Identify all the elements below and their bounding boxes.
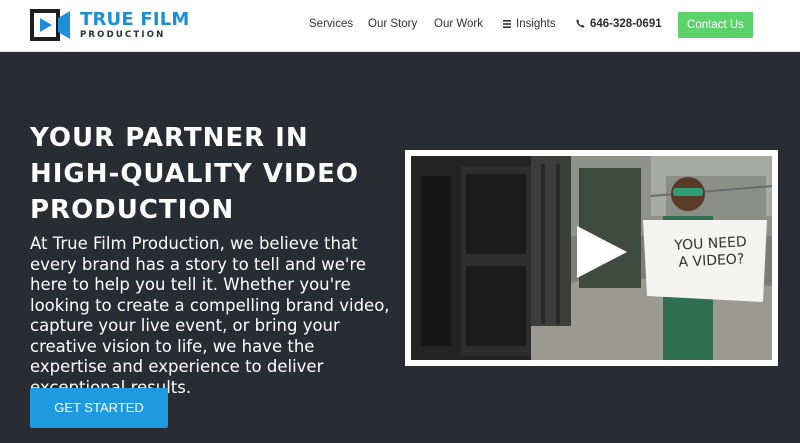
navbar: TRUE FILM PRODUCTION Services Our Story …: [0, 0, 800, 52]
hero-title: YOUR PARTNER IN HIGH-QUALITY VIDEO PRODU…: [30, 123, 359, 225]
video-sign-text: YOU NEED A VIDEO?: [658, 233, 764, 272]
logo[interactable]: TRUE FILM PRODUCTION: [30, 9, 190, 41]
get-started-button[interactable]: GET STARTED: [30, 388, 168, 428]
contact-us-button[interactable]: Contact Us: [678, 12, 753, 38]
brand-subtitle: PRODUCTION: [80, 29, 166, 40]
phone-icon: [576, 19, 585, 29]
list-icon: [503, 19, 511, 28]
nav-our-work[interactable]: Our Work: [434, 18, 483, 30]
nav-phone[interactable]: 646-328-0691: [576, 18, 662, 30]
nav-our-story[interactable]: Our Story: [368, 18, 417, 30]
film-logo-icon: [30, 9, 70, 41]
video-thumbnail[interactable]: YOU NEED A VIDEO?: [411, 156, 772, 360]
nav-services[interactable]: Services: [309, 18, 353, 30]
brand-title: TRUE FILM: [80, 8, 190, 30]
phone-number: 646-328-0691: [590, 18, 662, 30]
nav-insights-label: Insights: [516, 18, 556, 30]
video-player[interactable]: YOU NEED A VIDEO?: [405, 150, 778, 366]
nav-insights[interactable]: Insights: [503, 18, 556, 30]
play-icon[interactable]: [577, 226, 627, 278]
hero-description: At True Film Production, we believe that…: [30, 234, 390, 397]
